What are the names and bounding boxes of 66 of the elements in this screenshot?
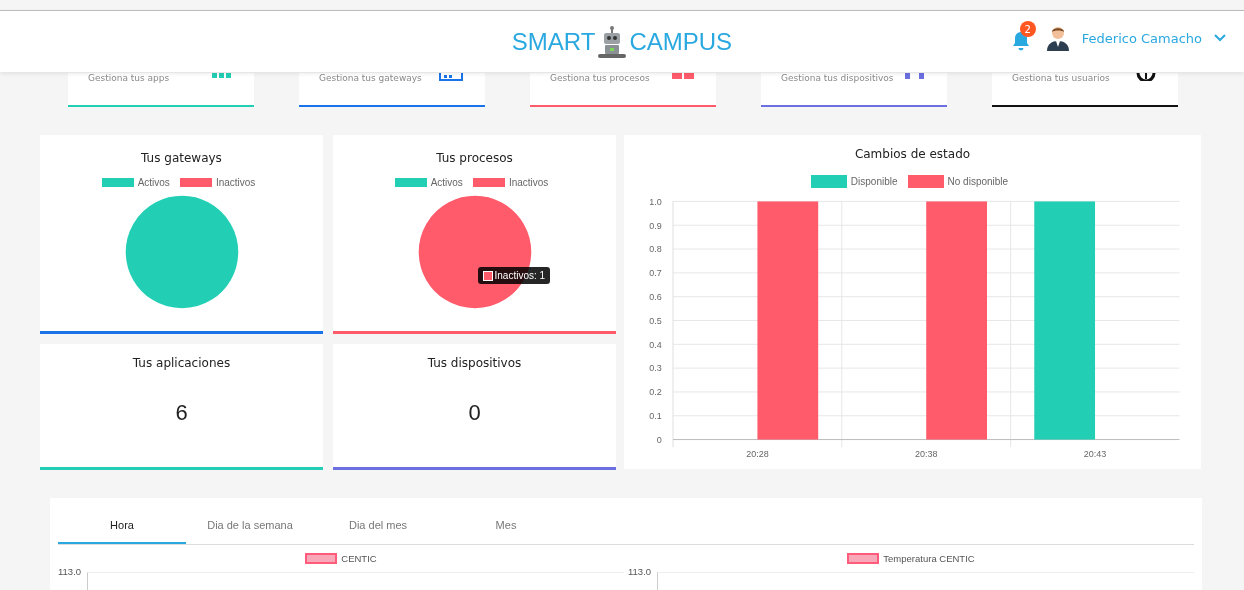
- axis-tick-label: 0.5: [648, 315, 662, 326]
- legend-swatch: [101, 178, 134, 187]
- axis-tick-label: 1.0: [648, 196, 662, 207]
- legend-label[interactable]: Activos: [137, 177, 170, 188]
- axis-tick-label: 20:38: [914, 448, 937, 459]
- logo-text: SMART: [511, 27, 596, 56]
- legend-label[interactable]: CENTIC: [341, 553, 377, 564]
- ring-icon: [1136, 73, 1156, 81]
- blocks-icon: [672, 73, 694, 80]
- tab[interactable]: Hora: [58, 508, 186, 544]
- card-title: Tus procesos: [436, 151, 513, 165]
- axis-tick-label: 0.9: [648, 220, 662, 231]
- axis-tick-label: 0.1: [648, 411, 662, 422]
- card-title: Tus aplicaciones: [132, 356, 231, 370]
- shortcut-label: Gestiona tus apps: [88, 73, 170, 83]
- legend-label[interactable]: Temperatura CENTIC: [883, 553, 975, 564]
- card-title: Tus dispositivos: [427, 356, 522, 370]
- shortcut-label: Gestiona tus usuarios: [1012, 73, 1110, 83]
- axis-tick-label: 0.7: [648, 268, 662, 279]
- shortcut-card[interactable]: Gestiona tus usuarios: [992, 73, 1178, 107]
- shortcut-card[interactable]: Gestiona tus dispositivos: [761, 73, 947, 107]
- robot-icon: [597, 24, 628, 59]
- count-value: 0: [468, 400, 481, 426]
- axis-tick-label: 113.0: [58, 566, 82, 577]
- bell-icon[interactable]: [1011, 31, 1030, 51]
- legend-swatch: [305, 553, 338, 564]
- legend-label[interactable]: No disponible: [947, 176, 1009, 187]
- card-title: Tus gateways: [141, 151, 222, 165]
- notification-badge: 2: [1019, 21, 1036, 37]
- chevron-down-icon[interactable]: [1214, 34, 1226, 42]
- legend-swatch: [472, 178, 505, 187]
- grid-icon: [212, 73, 232, 79]
- chart-tooltip: Inactivos: 1: [477, 267, 551, 284]
- shortcut-label: Gestiona tus dispositivos: [781, 73, 894, 83]
- user-avatar-icon[interactable]: [1045, 25, 1070, 51]
- axis-tick-label: 0.6: [648, 292, 662, 302]
- shortcut-card[interactable]: Gestiona tus procesos: [530, 73, 716, 107]
- legend-swatch: [394, 178, 427, 187]
- blocks-icon: [905, 73, 925, 80]
- shortcut-label: Gestiona tus procesos: [550, 73, 650, 83]
- legend-label[interactable]: Activos: [430, 177, 463, 188]
- legend-label[interactable]: Disponible: [850, 176, 898, 187]
- tab[interactable]: Dia de la semana: [186, 508, 314, 544]
- shortcut-card[interactable]: Gestiona tus apps: [68, 73, 254, 107]
- axis-tick-label: 20:28: [745, 448, 769, 459]
- tab[interactable]: Mes: [442, 508, 570, 544]
- chart-bar[interactable]: [756, 201, 818, 440]
- shortcut-label: Gestiona tus gateways: [319, 73, 422, 83]
- legend-swatch: [179, 178, 212, 187]
- axis-tick-label: 0.2: [648, 387, 662, 398]
- axis-tick-label: 20:43: [1083, 448, 1106, 459]
- chart-bar[interactable]: [925, 201, 987, 440]
- panel-icon: [439, 73, 463, 81]
- tab[interactable]: Dia del mes: [314, 508, 442, 544]
- legend-swatch: [847, 553, 880, 564]
- axis-tick-label: 0.8: [648, 244, 662, 255]
- shortcut-card[interactable]: Gestiona tus gateways: [299, 73, 485, 107]
- logo-text: CAMPUS: [629, 27, 733, 56]
- legend-label[interactable]: Inactivos: [215, 177, 256, 188]
- axis-tick-label: 0: [656, 434, 662, 445]
- chart-title: Cambios de estado: [854, 147, 971, 161]
- axis-tick-label: 113.0: [628, 566, 652, 577]
- axis-tick-label: 0.3: [648, 363, 662, 374]
- legend-label[interactable]: Inactivos: [508, 177, 549, 188]
- axis-tick-label: 0.4: [648, 339, 662, 350]
- count-value: 6: [175, 400, 188, 426]
